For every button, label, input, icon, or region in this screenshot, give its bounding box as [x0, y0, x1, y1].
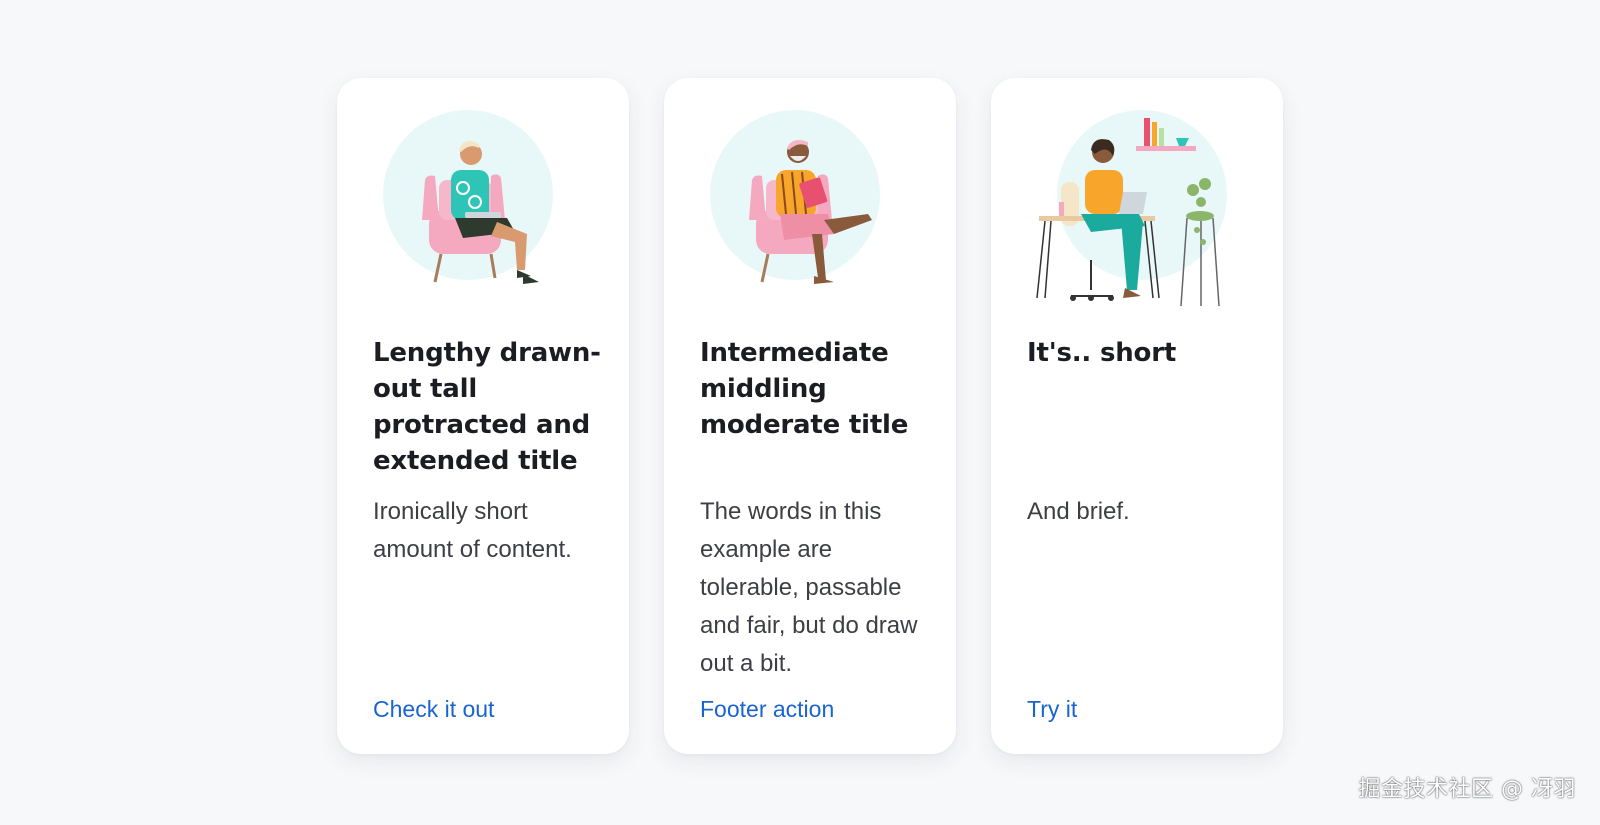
card-content: And brief. [1027, 498, 1130, 525]
check-it-out-link[interactable]: Check it out [373, 696, 494, 723]
person-working-at-desk-illustration [1021, 110, 1253, 316]
try-it-link[interactable]: Try it [1027, 696, 1077, 723]
card-title: It's.. short [1027, 338, 1177, 368]
card: Intermediate middling moderate title The… [664, 78, 956, 754]
person-reading-laptop-in-armchair-illustration [367, 110, 599, 316]
card-title: Intermediate middling moderate title [700, 338, 909, 440]
watermark: 掘金技术社区 @ 冴羽 [1358, 777, 1576, 802]
card: Lengthy drawn-out tall protracted and ex… [337, 78, 629, 754]
card-title: Lengthy drawn-out tall protracted and ex… [373, 338, 601, 476]
card-list: Lengthy drawn-out tall protracted and ex… [337, 78, 1283, 754]
card: It's.. short And brief. Try it [991, 78, 1283, 754]
card-content: Ironically short amount of content. [373, 498, 572, 563]
person-reading-book-in-armchair-illustration [694, 110, 926, 316]
card-content: The words in this example are tolerable,… [700, 498, 918, 677]
footer-action-link[interactable]: Footer action [700, 696, 834, 723]
